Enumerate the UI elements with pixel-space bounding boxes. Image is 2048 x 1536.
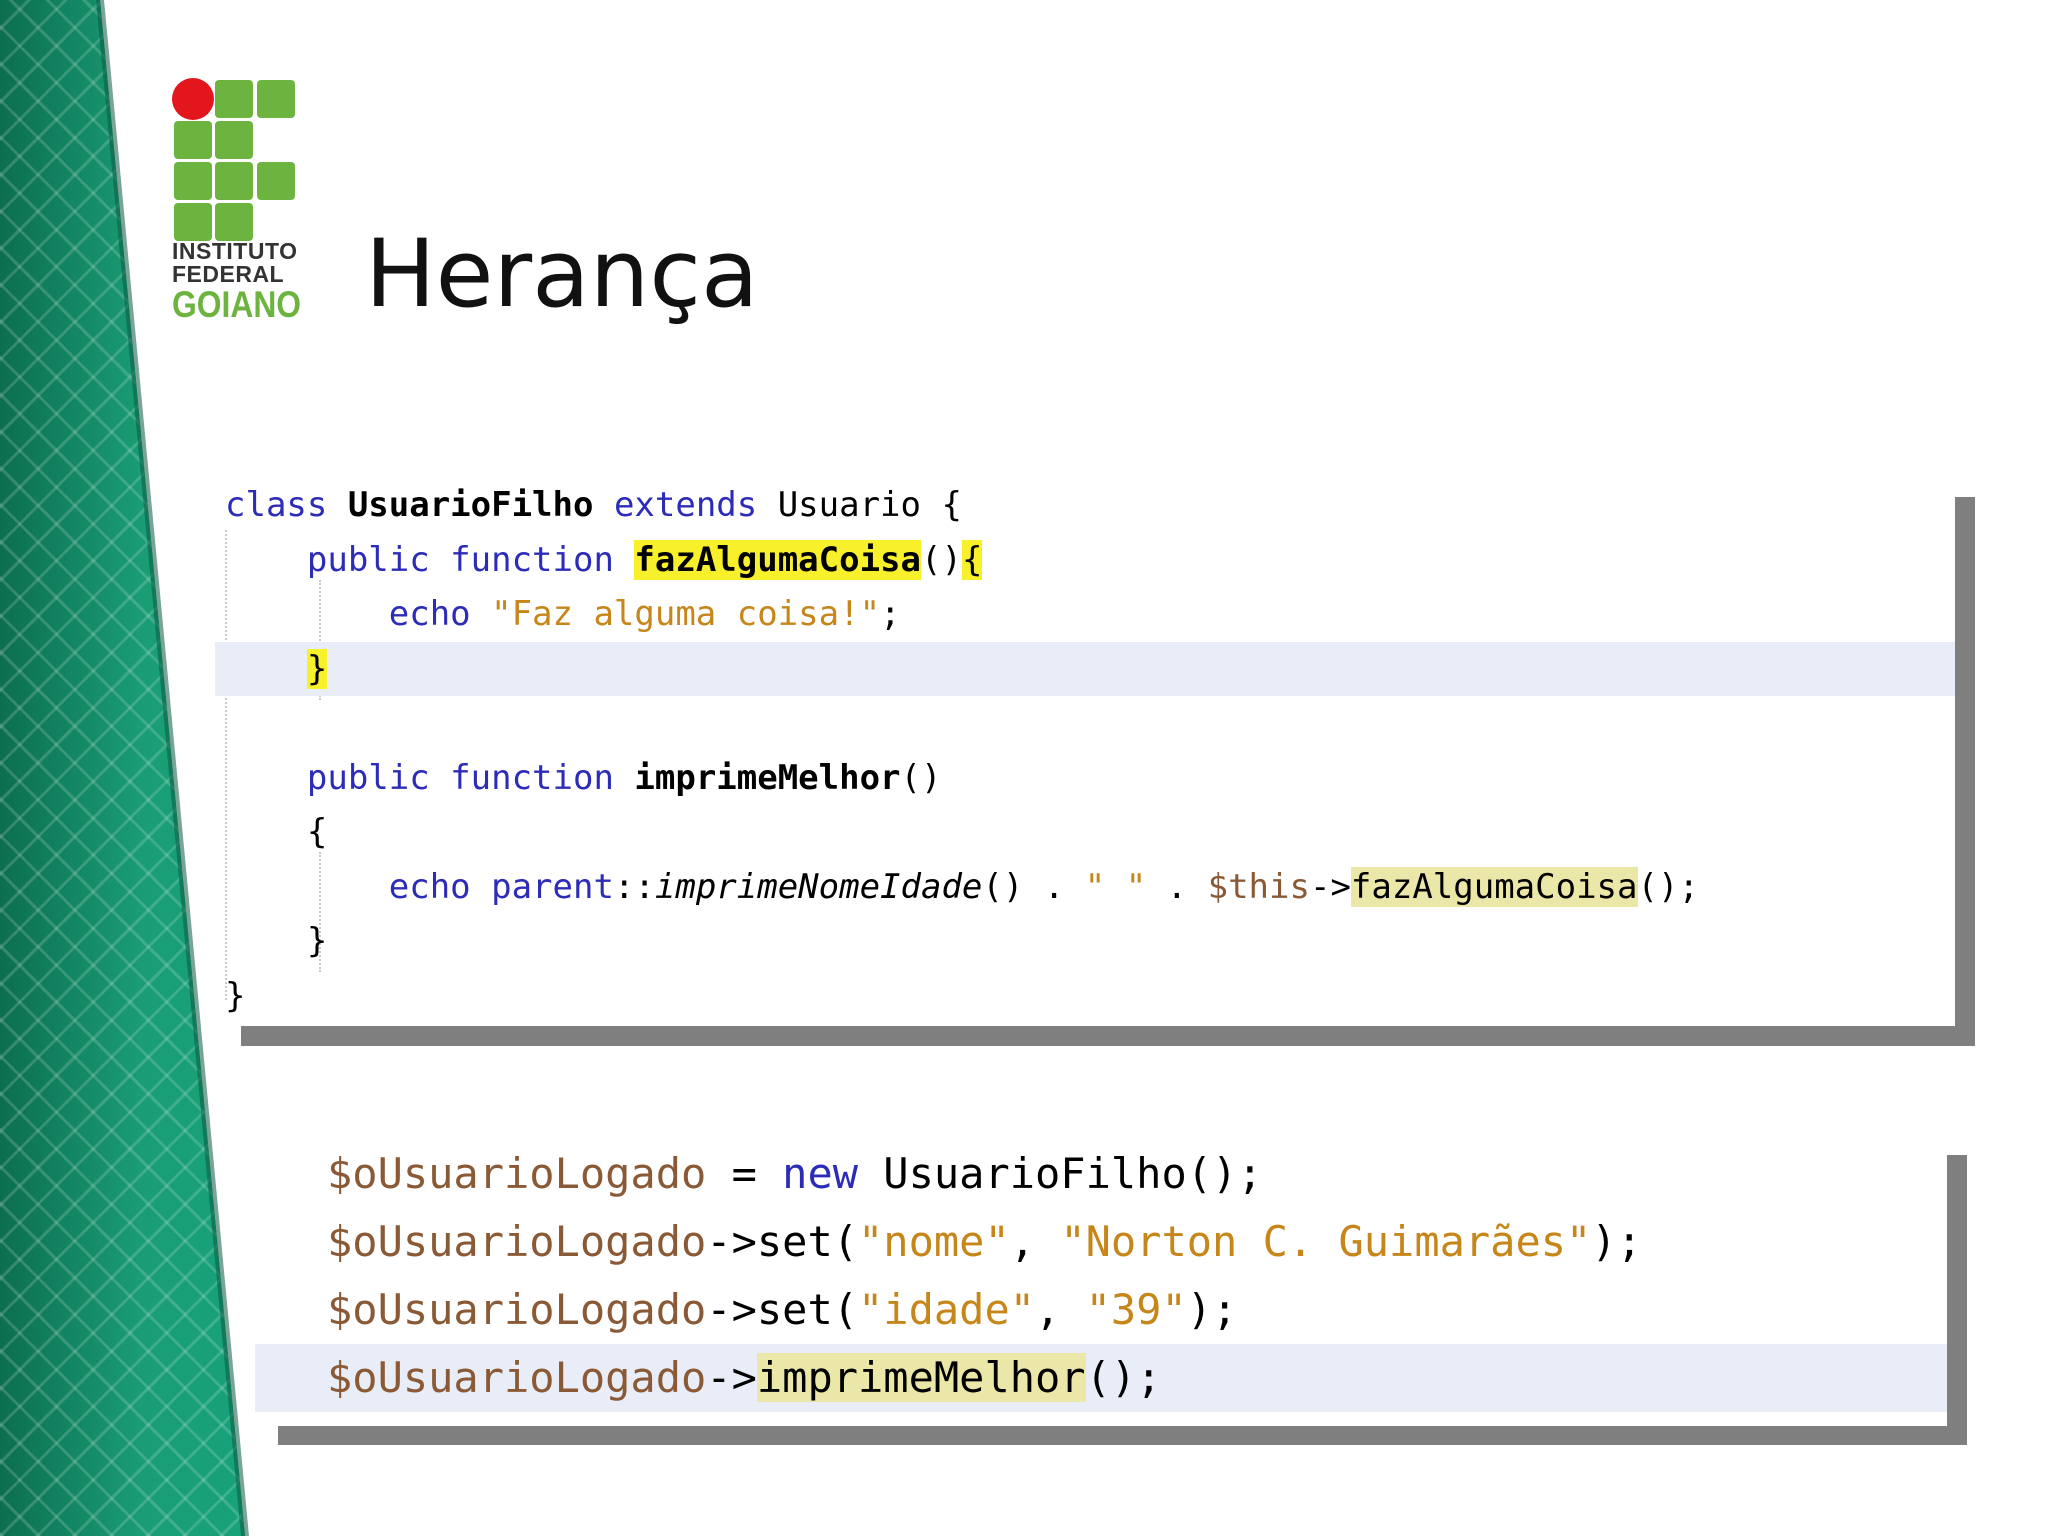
- code-token: ();: [1637, 866, 1699, 907]
- logo-square: [257, 162, 295, 200]
- code-token: $oUsuarioLogado: [327, 1353, 707, 1402]
- code-token: ;: [880, 594, 901, 634]
- code-line: }: [215, 641, 1955, 696]
- code-token: echo parent: [225, 866, 614, 907]
- code-token: (): [900, 757, 942, 798]
- code-token: "Faz alguma coisa!": [491, 594, 881, 634]
- code-line: $oUsuarioLogado->imprimeMelhor();: [255, 1344, 1947, 1412]
- code-token: ();: [1085, 1353, 1162, 1402]
- code-token: "nome": [858, 1217, 1010, 1266]
- code-token: new: [782, 1149, 859, 1198]
- logo-text-goiano: GOIANO: [172, 284, 302, 325]
- code-token: " ": [1084, 866, 1147, 907]
- institution-logo: INSTITUTO FEDERAL GOIANO: [172, 78, 302, 325]
- code-token: (): [920, 539, 962, 580]
- code-token: extends: [593, 485, 778, 525]
- code-token: }: [225, 975, 246, 1016]
- code-token: ->: [706, 1353, 757, 1402]
- code-token: public function: [225, 539, 635, 580]
- logo-square: [174, 203, 212, 241]
- code-token: ,: [1035, 1285, 1086, 1334]
- code-panel-class-definition: class UsuarioFilho extends Usuario { pub…: [215, 470, 1955, 1026]
- logo-square: [174, 162, 212, 200]
- code-line: class UsuarioFilho extends Usuario {: [215, 478, 1955, 533]
- code-token: class: [225, 485, 348, 525]
- code-line: {: [215, 805, 1955, 860]
- code-token: $oUsuarioLogado: [327, 1149, 707, 1198]
- code-token: ,: [1009, 1217, 1061, 1266]
- code-token: fazAlgumaCoisa: [1350, 866, 1638, 907]
- code-token: fazAlgumaCoisa: [634, 539, 921, 580]
- code-token: {: [961, 539, 983, 580]
- code-token: $oUsuarioLogado: [327, 1217, 707, 1266]
- code-token: =: [706, 1149, 783, 1198]
- logo-square: [215, 162, 253, 200]
- code-token: {: [225, 812, 328, 852]
- logo-square: [174, 121, 212, 159]
- code-line: $oUsuarioLogado = new UsuarioFilho();: [255, 1140, 1947, 1208]
- code-line: echo parent::imprimeNomeIdade() . " " . …: [215, 860, 1955, 915]
- code-token: .: [1146, 866, 1208, 907]
- code-token: () .: [982, 866, 1085, 907]
- code-token: echo: [225, 594, 492, 634]
- code-token: $oUsuarioLogado: [327, 1285, 707, 1334]
- code-token: );: [1591, 1217, 1642, 1266]
- code-token: $this: [1207, 866, 1310, 907]
- code-token: imprimeMelhor: [634, 757, 901, 798]
- code-token: "idade": [858, 1285, 1036, 1334]
- code-panel-usage: $oUsuarioLogado = new UsuarioFilho(); $oU…: [255, 1128, 1947, 1426]
- code-token: ::: [613, 866, 655, 907]
- code-line: echo "Faz alguma coisa!";: [215, 587, 1955, 642]
- code-line: public function imprimeMelhor(): [215, 751, 1955, 806]
- code-token: imprimeNomeIdade: [654, 866, 983, 907]
- logo-wordmark: INSTITUTO FEDERAL GOIANO: [172, 238, 302, 325]
- logo-text-federal: FEDERAL: [172, 261, 285, 287]
- code-token: "39": [1085, 1285, 1187, 1334]
- code-token: imprimeMelhor: [756, 1353, 1086, 1402]
- logo-square: [257, 80, 295, 118]
- code-token: );: [1186, 1285, 1238, 1334]
- code-line: $oUsuarioLogado->set("nome", "Norton C. …: [255, 1208, 1947, 1276]
- code-line: }: [215, 969, 1955, 1024]
- code-token: }: [306, 648, 328, 689]
- code-line: $oUsuarioLogado->set("idade", "39");: [255, 1276, 1947, 1344]
- logo-red-dot: [172, 78, 214, 120]
- logo-square: [215, 121, 253, 159]
- code-token: UsuarioFilho();: [858, 1149, 1263, 1198]
- code-token: ->set(: [706, 1217, 859, 1266]
- logo-square: [215, 80, 253, 118]
- code-token: public function: [225, 757, 635, 798]
- code-line: public function fazAlgumaCoisa(){: [215, 533, 1955, 588]
- slide-title: Herança: [365, 220, 759, 329]
- code-token: UsuarioFilho: [347, 485, 594, 525]
- code-token: "Norton C. Guimarães": [1060, 1217, 1592, 1266]
- code-line: }: [215, 914, 1955, 969]
- logo-mark: [172, 78, 297, 241]
- code-token: ->: [1309, 866, 1351, 907]
- logo-text-instituto: INSTITUTO: [172, 238, 298, 264]
- code-token: }: [225, 921, 328, 961]
- logo-square: [215, 203, 253, 241]
- code-token: Usuario {: [777, 485, 962, 525]
- code-token: ->set(: [706, 1285, 859, 1334]
